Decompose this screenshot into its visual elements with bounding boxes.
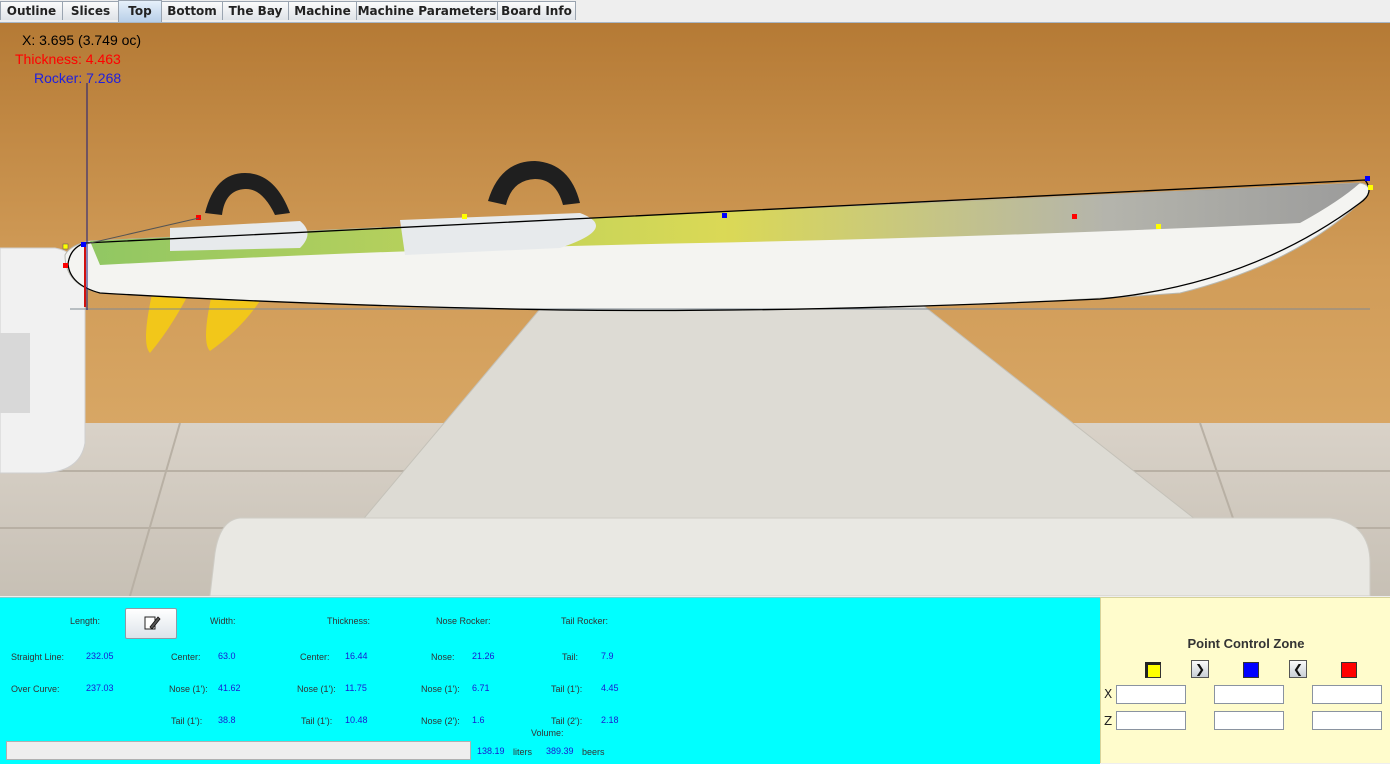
red-tangent-point-swatch[interactable] (1341, 662, 1357, 678)
thick-center-label: Center: (300, 652, 330, 662)
width-center-value: 63.0 (218, 651, 236, 661)
control-point (1072, 214, 1077, 219)
nose-rocker-nose-value: 21.26 (472, 651, 495, 661)
rocker-readout: Rocker: 7.268 (34, 70, 122, 86)
nose-rocker-1-label: Nose (1'): (421, 684, 460, 694)
tab-board-info[interactable]: Board Info (497, 1, 576, 20)
tail-rocker-1-label: Tail (1'): (551, 684, 583, 694)
thickness-readout: Thickness: 4.463 (15, 51, 121, 67)
volume-liters-value: 138.19 (477, 746, 505, 756)
beers-unit-label: beers (582, 747, 605, 757)
thick-center-value: 16.44 (345, 651, 368, 661)
control-point (1368, 185, 1373, 190)
width-tail1-label: Tail (1'): (171, 716, 203, 726)
control-point (62, 243, 69, 250)
tab-slices[interactable]: Slices (62, 1, 119, 20)
tab-top[interactable]: Top (118, 0, 162, 22)
blue-control-point-swatch[interactable] (1243, 662, 1259, 678)
x-coordinate-label: X (1104, 687, 1113, 701)
x-tangent1-field[interactable] (1116, 685, 1186, 704)
thick-nose1-value: 11.75 (345, 683, 367, 693)
z-tangent1-field[interactable] (1116, 711, 1186, 730)
straight-line-label: Straight Line: (11, 652, 65, 662)
control-point (63, 263, 68, 268)
board-scene (0, 23, 1390, 596)
tab-outline[interactable]: Outline (0, 1, 63, 20)
point-control-zone-title: Point Control Zone (1187, 636, 1305, 651)
yellow-tangent-point-swatch[interactable] (1145, 662, 1161, 678)
straight-line-value: 232.05 (86, 651, 114, 661)
tail-rocker-tail-label: Tail: (562, 652, 579, 662)
volume-label: Volume: (531, 728, 564, 738)
tab-machine-parameters[interactable]: Machine Parameters (356, 1, 498, 20)
control-point (722, 213, 727, 218)
control-point (462, 214, 467, 219)
tail-rocker-tail-value: 7.9 (601, 651, 614, 661)
nose-rocker-1-value: 6.71 (472, 683, 490, 693)
next-point-button[interactable]: ❯ (1191, 660, 1209, 678)
thick-tail1-value: 10.48 (345, 715, 368, 725)
nose-rocker-label: Nose Rocker: (436, 616, 491, 626)
width-tail1-value: 38.8 (218, 715, 236, 725)
nose-rocker-2-label: Nose (2'): (421, 716, 460, 726)
tail-rocker-label: Tail Rocker: (561, 616, 609, 626)
width-nose1-value: 41.62 (218, 683, 241, 693)
tab-bottom[interactable]: Bottom (161, 1, 223, 20)
board-editor-canvas[interactable]: X: 3.695 (3.749 oc) Thickness: 4.463 Roc… (0, 23, 1390, 596)
control-point (81, 242, 86, 247)
tab-the-bay[interactable]: The Bay (222, 1, 289, 20)
control-point (1365, 176, 1370, 181)
edit-length-button[interactable] (125, 608, 177, 639)
x-point-field[interactable] (1214, 685, 1284, 704)
control-point (1156, 224, 1161, 229)
x-tangent2-field[interactable] (1312, 685, 1382, 704)
tail-rocker-2-value: 2.18 (601, 715, 619, 725)
progress-bar (6, 741, 471, 760)
thick-nose1-label: Nose (1'): (297, 684, 336, 694)
z-coordinate-label: Z (1104, 714, 1113, 728)
tail-rocker-1-value: 4.45 (601, 683, 619, 693)
pencil-edit-icon (144, 616, 161, 630)
tail-rocker-2-label: Tail (2'): (551, 716, 583, 726)
nose-rocker-2-value: 1.6 (472, 715, 485, 725)
length-label: Length: (70, 616, 101, 626)
point-control-zone: Point Control Zone ❯ ❮ X Z (1100, 597, 1390, 763)
nose-rocker-nose-label: Nose: (431, 652, 455, 662)
previous-point-button[interactable]: ❮ (1289, 660, 1307, 678)
volume-beers-value: 389.39 (546, 746, 574, 756)
board-stats-panel: Length: Width: Thickness: Nose Rocker: T… (0, 597, 1100, 764)
liters-unit-label: liters (513, 747, 533, 757)
stand-base (209, 517, 1371, 596)
x-position-readout: X: 3.695 (3.749 oc) (22, 32, 142, 48)
tab-machine[interactable]: Machine (288, 1, 357, 20)
width-center-label: Center: (171, 652, 201, 662)
control-point (196, 215, 201, 220)
tab-bar: Outline Slices Top Bottom The Bay Machin… (0, 0, 1390, 23)
z-tangent2-field[interactable] (1312, 711, 1382, 730)
z-point-field[interactable] (1214, 711, 1284, 730)
over-curve-value: 237.03 (86, 683, 114, 693)
thickness-label: Thickness: (327, 616, 371, 626)
width-label: Width: (210, 616, 236, 626)
thick-tail1-label: Tail (1'): (301, 716, 333, 726)
width-nose1-label: Nose (1'): (169, 684, 208, 694)
over-curve-label: Over Curve: (11, 684, 60, 694)
